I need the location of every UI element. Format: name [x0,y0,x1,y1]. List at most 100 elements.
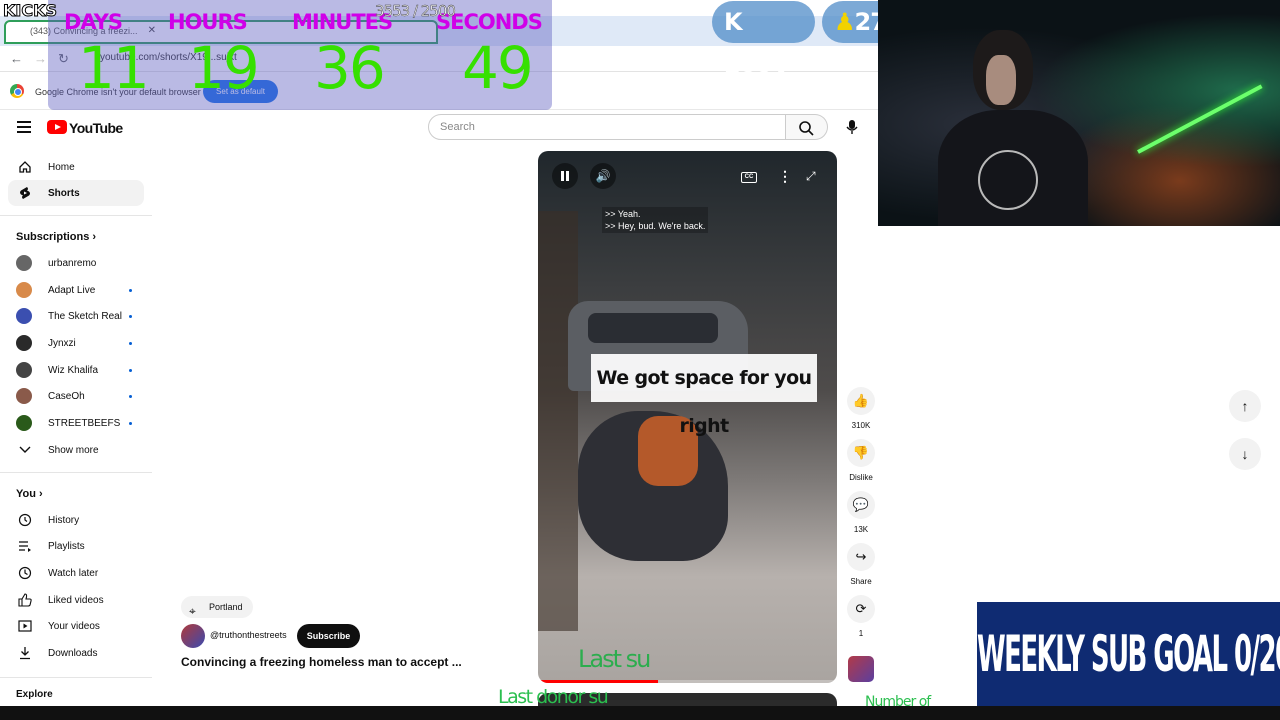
sidebar-label-watch-later: Watch later [48,567,99,579]
video-scene-tree [538,211,578,631]
progress-fill [538,680,658,683]
channel-name[interactable]: @truthonthestreets [210,630,287,640]
subscribe-button[interactable]: Subscribe [297,624,360,648]
subscriptions-heading[interactable]: Subscriptions › [16,231,96,243]
kick-count: 206 [724,50,772,78]
hours-value: 19 [188,34,260,102]
back-icon[interactable]: ← [10,51,23,66]
youtube-logo-text[interactable]: YouTube [69,120,123,136]
new-content-dot [129,288,132,292]
chevron-right-icon: › [39,488,43,500]
forward-icon[interactable]: → [34,51,47,66]
next-short-button[interactable]: ↓ [1229,438,1261,470]
history-icon [18,513,32,527]
webcam-face [986,55,1016,105]
avatar [16,415,32,431]
sidebar-subscription-item[interactable]: Adapt Live [8,277,144,303]
number-of-label: Number of [865,694,931,710]
volume-icon[interactable]: 🔊 [590,163,616,189]
sidebar-item-show-more[interactable]: Show more [8,437,144,463]
captions-button[interactable]: CC [741,172,757,183]
sidebar-subscription-item[interactable]: The Sketch Real [8,303,144,329]
last-donor-label: Last donor su [498,686,609,708]
sidebar-item-watch-later[interactable]: Watch later [8,560,144,586]
show-more-label: Show more [48,444,99,456]
sidebar-item-shorts[interactable]: Shorts [8,180,144,206]
dislike-label: Dislike [849,473,873,482]
sidebar-subscription-item[interactable]: CaseOh [8,383,144,409]
home-icon [18,160,32,174]
arrow-up-icon: ⬆ [771,50,791,78]
sidebar-item-your-videos[interactable]: Your videos [8,613,144,639]
sidebar-label-your-videos: Your videos [48,620,100,632]
subscription-name: STREETBEEFS [48,417,121,429]
location-chip[interactable]: ⌖ Portland [181,596,253,618]
new-content-dot [129,341,132,345]
sidebar-item-downloads[interactable]: Downloads [8,640,144,666]
comment-count: 13K [853,525,869,534]
kicks-label: KICKS [2,1,58,21]
your-videos-icon [18,619,32,633]
youtube-logo-icon[interactable] [47,120,67,134]
arrow-up-icon: ↑ [1241,398,1249,414]
previous-short-button[interactable]: ↑ [1229,390,1261,422]
stream-bottom-bar [0,706,1280,720]
you-heading[interactable]: You › [16,488,43,500]
more-options-icon[interactable]: ⋮ [778,168,792,185]
video-title[interactable]: Convincing a freezing homeless man to ac… [181,655,462,669]
sidebar-item-liked-videos[interactable]: Liked videos [8,587,144,613]
comment-icon: 💬 [847,491,875,519]
closed-captions: >> Yeah. >> Hey, bud. We're back. [602,207,709,233]
avatar [16,255,32,271]
countdown-overlay: DAYS HOURS MINUTES SECONDS 11 19 36 49 [48,0,552,110]
like-button[interactable]: 👍 310K [847,387,875,430]
channel-avatar[interactable] [181,624,205,648]
remix-button[interactable]: ⟳ 1 [847,595,875,638]
pause-button[interactable] [552,163,578,189]
caption-line: >> Yeah. [605,209,641,219]
sidebar-item-playlists[interactable]: Playlists [8,533,144,559]
kick-counter-pill: K 206⬆ [712,1,815,78]
sidebar-item-home[interactable]: Home [8,154,144,180]
sidebar-item-history[interactable]: History [8,507,144,533]
share-button[interactable]: ↪ Share [847,543,875,586]
dislike-button[interactable]: 👎 Dislike [847,439,875,482]
shorts-video-player[interactable]: 🔊 CC ⋮ ⤢ >> Yeah. >> Hey, bud. We're bac… [538,151,837,683]
explore-heading: Explore [16,689,53,700]
days-label: DAYS [64,10,123,34]
mic-icon[interactable] [843,118,861,136]
sidebar-subscription-item[interactable]: Jynxzi [8,330,144,356]
location-label: Portland [209,602,243,612]
chrome-logo-icon [10,84,24,98]
download-icon [18,646,32,660]
sidebar-subscription-item[interactable]: STREETBEEFS [8,410,144,436]
days-value: 11 [78,34,150,102]
webcam-lightsaber [1137,84,1263,154]
subscription-name: Jynxzi [48,337,76,349]
sidebar-divider [0,472,152,473]
sidebar-label-playlists: Playlists [48,540,85,552]
shorts-icon [18,186,32,200]
clock-icon [18,566,32,580]
kick-logo-icon: K [724,8,743,36]
fullscreen-icon[interactable]: ⤢ [806,169,820,183]
menu-icon[interactable] [17,121,31,133]
playlists-icon [18,539,32,553]
sound-channel-thumbnail[interactable] [848,656,874,682]
seconds-value: 49 [462,34,534,102]
sidebar-subscription-item[interactable]: Wiz Khalifa [8,357,144,383]
caption-line: >> Hey, bud. We're back. [605,221,706,231]
comments-button[interactable]: 💬 13K [847,491,875,534]
sub-progress-counter: 3553 / 2500 [375,2,456,20]
search-button[interactable] [786,114,828,140]
chevron-down-icon [18,443,32,457]
sidebar-label-shorts: Shorts [48,187,80,199]
search-input[interactable]: Search [428,114,786,140]
video-progress-bar[interactable] [538,680,837,683]
subscription-name: CaseOh [48,390,85,402]
sidebar-subscription-item[interactable]: urbanremo [8,250,144,276]
subscription-name: urbanremo [48,257,97,269]
like-count: 310K [851,421,871,430]
subscription-name: Adapt Live [48,284,96,296]
thumbs-down-icon: 👎 [847,439,875,467]
